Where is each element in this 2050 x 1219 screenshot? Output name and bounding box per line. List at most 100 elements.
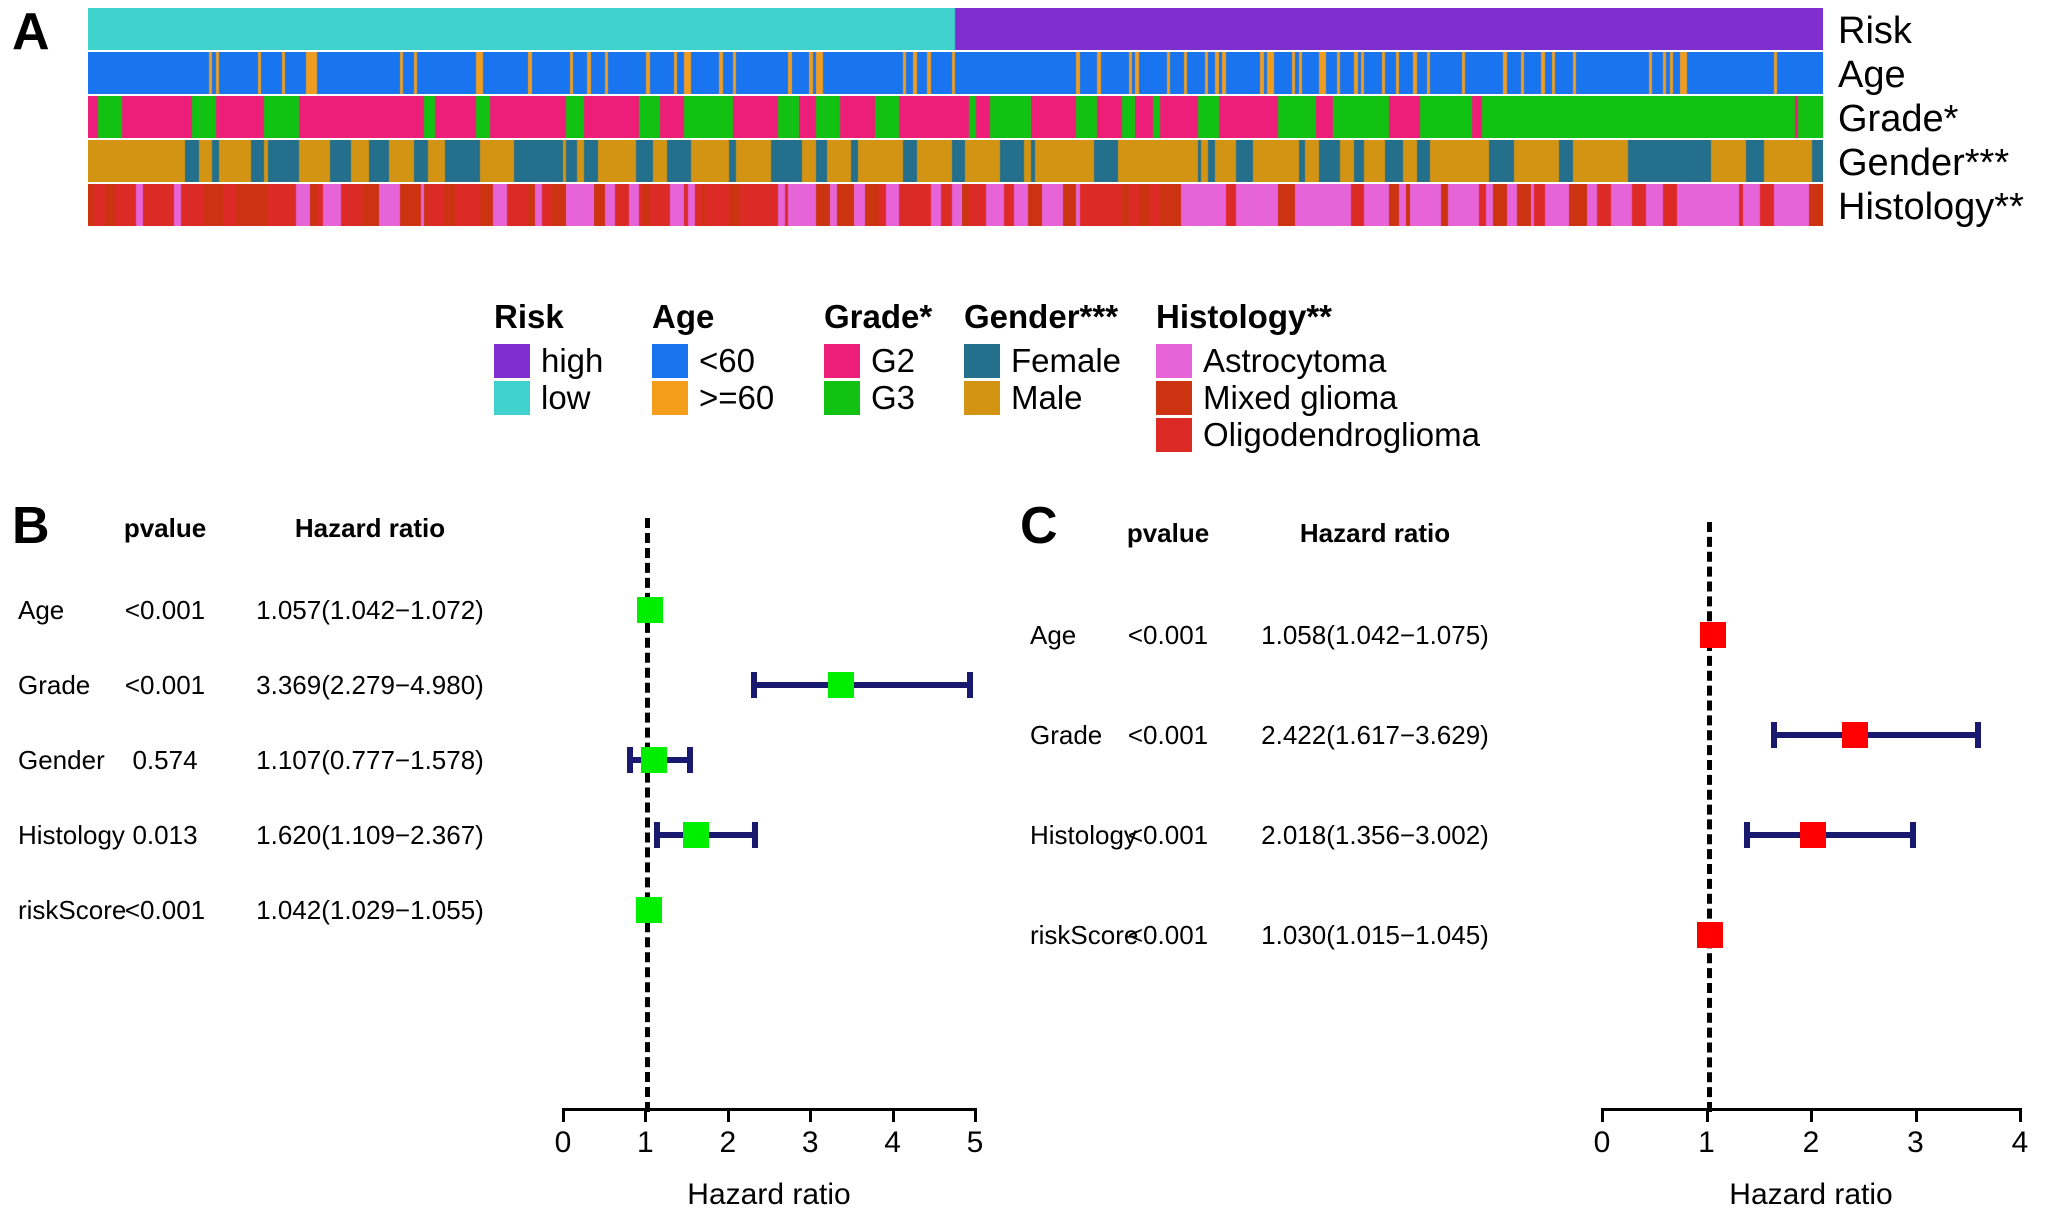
forest-row-hazard-ratio: 1.107(0.777−1.578): [256, 745, 484, 775]
forest-point-marker: [1699, 622, 1726, 648]
forest-row-variable: Gender: [18, 745, 105, 775]
legend-label-gender-female: Female: [1011, 342, 1122, 379]
forest-ci-cap-low: [1770, 722, 1777, 748]
forest-x-tick: [726, 1108, 730, 1122]
legend-swatch-age-lt60: [652, 343, 688, 378]
forest-point-marker: [1842, 722, 1869, 748]
legend-swatch-age-gte60: [652, 380, 688, 415]
legend-title-gender: Gender***: [964, 298, 1119, 335]
legend-swatch-gender-male: [964, 380, 1000, 415]
legend-label-histology-astrocytoma: Astrocytoma: [1203, 342, 1387, 379]
forest-header-pvalue: pvalue: [123, 513, 207, 543]
forest-row-variable: Grade: [1030, 720, 1103, 750]
legend-item-grade-g2: G2: [824, 342, 964, 379]
forest-x-tick: [1914, 1108, 1918, 1122]
forest-row-variable: Age: [1030, 620, 1077, 650]
forest-row-variable: Grade: [18, 670, 91, 700]
forest-row-pvalue: 0.013: [132, 820, 198, 850]
panel-b-letter: B: [12, 497, 50, 555]
heatmap-track-gender: [88, 140, 1823, 182]
forest-x-tick-label: 0: [554, 1126, 572, 1159]
heatmap-legend: Risk high low Age <60 >=60 Grade* G2 G3 …: [494, 300, 1480, 453]
forest-x-tick-label: 1: [1698, 1126, 1715, 1159]
legend-item-risk-low: low: [494, 379, 652, 416]
legend-title-age: Age: [652, 298, 715, 335]
forest-header-pvalue: pvalue: [1126, 518, 1210, 548]
panel-c-forest-plot: C pvalue Hazard ratio Age <0.001 1.058(1.042…: [1010, 500, 2050, 1219]
forest-row-variable: riskScore: [18, 895, 127, 925]
legend-label-histology-oligodendroglioma: Oligodendroglioma: [1203, 416, 1481, 453]
panel-a-letter: A: [12, 3, 50, 61]
legend-group-risk: Risk high low: [494, 300, 652, 416]
legend-title-risk: Risk: [494, 298, 564, 335]
forest-row-hazard-ratio: 1.620(1.109−2.367): [256, 820, 484, 850]
heatmap-track-label-gender: Gender***: [1838, 142, 2010, 184]
forest-row-variable: Age: [18, 595, 65, 625]
legend-label-grade-g2: G2: [871, 342, 916, 379]
forest-row-pvalue: <0.001: [1127, 720, 1209, 750]
forest-ci-cap-high: [1909, 822, 1916, 848]
forest-row-pvalue: 0.574: [132, 745, 198, 775]
forest-row-pvalue: <0.001: [1127, 820, 1209, 850]
legend-item-gender-female: Female: [964, 342, 1156, 379]
forest-confidence-interval: [1743, 832, 1916, 838]
legend-item-gender-male: Male: [964, 379, 1156, 416]
heatmap-track-label-risk: Risk: [1838, 10, 1912, 52]
forest-x-tick-label: 4: [2011, 1126, 2029, 1159]
forest-point-marker: [683, 822, 710, 848]
forest-x-tick: [1810, 1108, 1813, 1122]
legend-label-age-gte60: >=60: [699, 379, 775, 416]
forest-x-tick-label: 0: [1593, 1126, 1611, 1159]
forest-row-pvalue: <0.001: [1127, 620, 1209, 650]
legend-group-gender: Gender*** Female Male: [964, 300, 1156, 416]
panel-b-forest-plot: B pvalue Hazard ratio Age <0.001 1.057(1.042…: [0, 500, 1010, 1219]
legend-swatch-risk-high: [494, 343, 530, 378]
heatmap-track-label-histology: Histology**: [1838, 186, 2024, 228]
legend-swatch-histology-oligodendroglioma: [1156, 417, 1192, 452]
legend-group-grade: Grade* G2 G3: [824, 300, 964, 416]
forest-row-hazard-ratio: 1.057(1.042−1.072): [256, 595, 484, 625]
forest-x-tick: [1705, 1108, 1709, 1122]
legend-label-risk-high: high: [541, 342, 604, 379]
forest-row-hazard-ratio: 2.018(1.356−3.002): [1261, 820, 1489, 850]
legend-group-histology: Histology** Astrocytoma Mixed glioma Oli…: [1156, 300, 1480, 453]
forest-row-hazard-ratio: 1.042(1.029−1.055): [256, 895, 484, 925]
forest-x-axis-title: Hazard ratio: [687, 1178, 851, 1211]
forest-x-tick-label: 2: [1802, 1126, 1820, 1159]
legend-title-histology: Histology**: [1156, 298, 1333, 335]
forest-row-pvalue: <0.001: [124, 670, 206, 700]
legend-group-age: Age <60 >=60: [652, 300, 824, 416]
forest-ci-cap-high: [967, 672, 974, 698]
forest-x-tick: [644, 1108, 648, 1122]
legend-swatch-histology-mixed-glioma: [1156, 380, 1192, 415]
forest-x-axis-title: Hazard ratio: [1729, 1178, 1893, 1211]
forest-ci-cap-low: [750, 672, 757, 698]
forest-point-marker: [635, 897, 662, 923]
forest-row-pvalue: <0.001: [124, 895, 206, 925]
forest-reference-line: [1706, 522, 1712, 1112]
legend-item-grade-g3: G3: [824, 379, 964, 416]
forest-x-tick: [562, 1108, 565, 1122]
forest-row-hazard-ratio: 3.369(2.279−4.980): [256, 670, 484, 700]
legend-swatch-gender-female: [964, 343, 1000, 378]
legend-swatch-risk-low: [494, 380, 530, 415]
forest-point-marker: [827, 672, 854, 698]
heatmap-track-label-grade: Grade*: [1838, 98, 1959, 140]
forest-x-tick-label: 1: [637, 1126, 654, 1159]
forest-ci-cap-low: [654, 822, 661, 848]
legend-label-age-lt60: <60: [699, 342, 755, 379]
forest-row-hazard-ratio: 1.030(1.015−1.045): [1261, 920, 1489, 950]
forest-header-hazard-ratio: Hazard ratio: [1299, 518, 1451, 548]
forest-ci-cap-low: [1743, 822, 1750, 848]
forest-x-axis: [563, 1108, 975, 1111]
legend-item-histology-astrocytoma: Astrocytoma: [1156, 342, 1480, 379]
forest-row-pvalue: <0.001: [1127, 920, 1209, 950]
forest-x-tick: [1601, 1108, 1604, 1122]
forest-x-tick: [891, 1108, 895, 1122]
heatmap-track-age: [88, 52, 1823, 94]
legend-title-grade: Grade*: [824, 298, 933, 335]
forest-point-marker: [641, 747, 668, 773]
heatmap-track-grade: [88, 96, 1823, 138]
legend-item-age-gte60: >=60: [652, 379, 824, 416]
forest-x-tick: [809, 1108, 813, 1122]
